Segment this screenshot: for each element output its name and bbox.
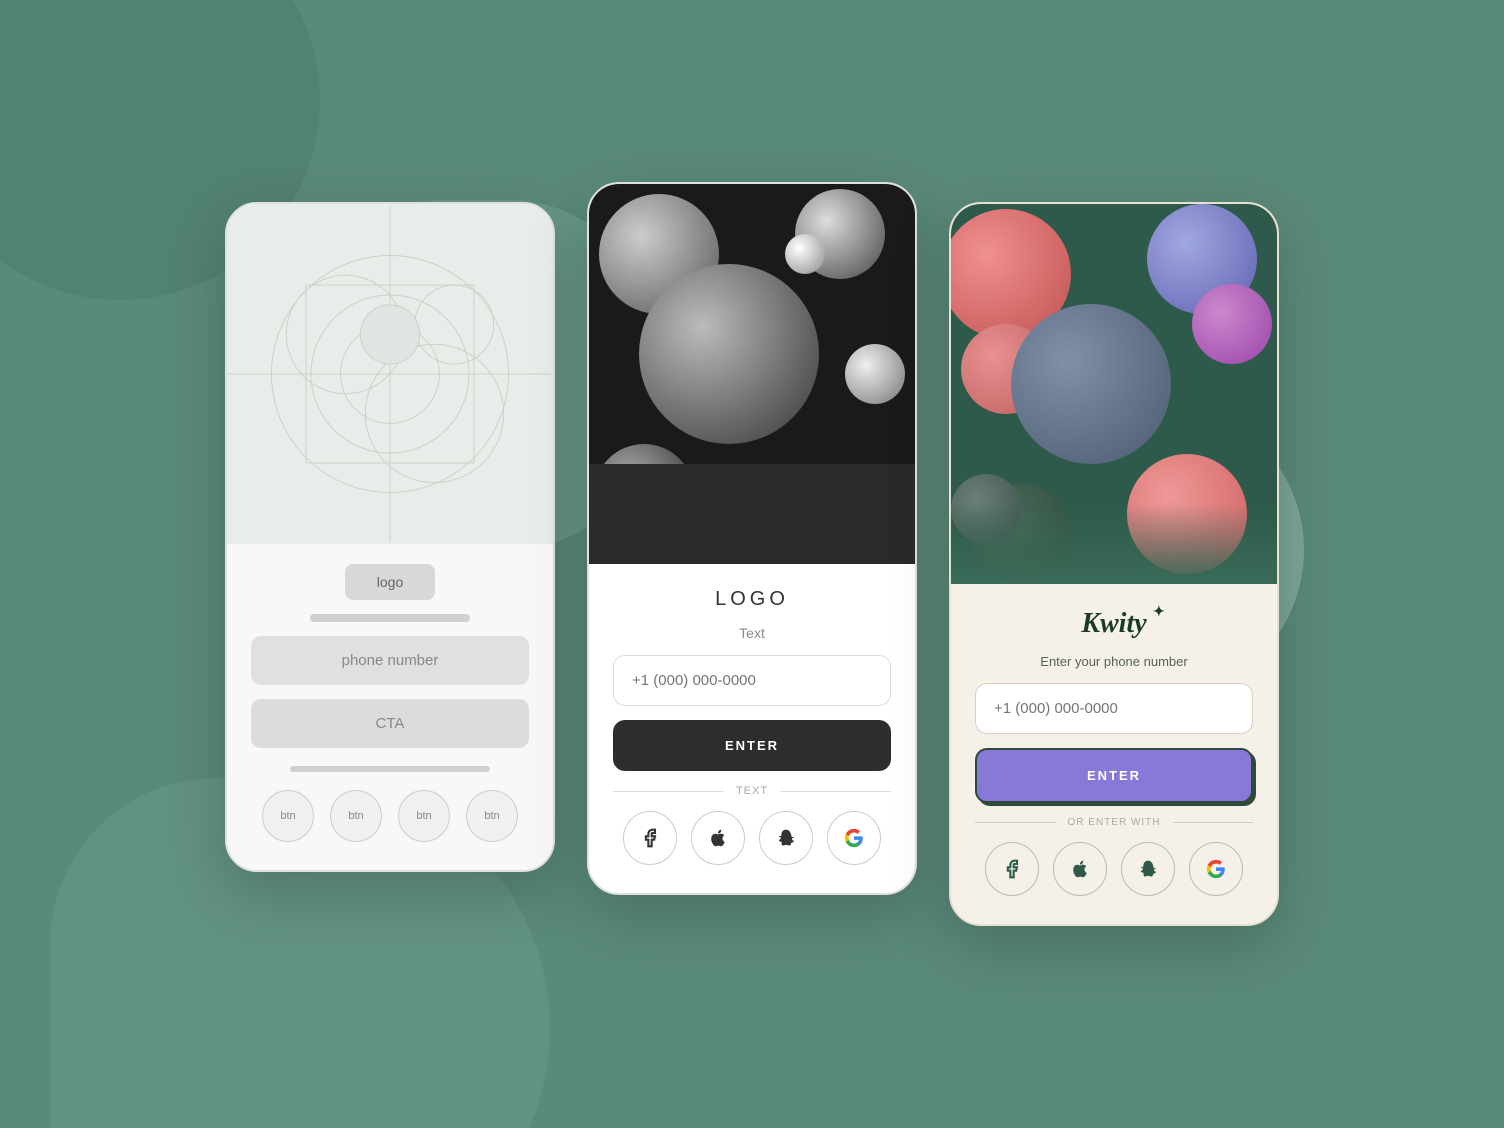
kwity-google-button[interactable] — [1189, 842, 1243, 896]
wireframe-card: logo phone number CTA btn btn btn btn — [225, 202, 555, 872]
wireframe-header — [227, 204, 553, 544]
dark-divider: TEXT — [613, 785, 891, 797]
kwity-logo: Kwity — [1081, 608, 1146, 640]
kwity-facebook-button[interactable] — [985, 842, 1039, 896]
branded-card: Kwity Enter your phone number ENTER OR E… — [949, 202, 1279, 926]
wireframe-content: logo phone number CTA btn btn btn btn — [227, 544, 553, 870]
kwity-divider: OR ENTER WITH — [975, 817, 1253, 828]
kwity-social-row — [985, 842, 1243, 896]
branded-header — [951, 204, 1277, 584]
dark-logo: LOGO — [715, 588, 789, 611]
dark-social-row — [623, 811, 881, 865]
wireframe-illustration — [227, 204, 553, 544]
colored-sphere-5 — [1011, 304, 1171, 464]
wireframe-divider — [290, 766, 490, 772]
dark-google-button[interactable] — [827, 811, 881, 865]
wireframe-text-placeholder — [310, 614, 470, 622]
dark-apple-button[interactable] — [691, 811, 745, 865]
colored-panel — [951, 504, 1277, 584]
branded-spheres-illustration — [951, 204, 1277, 584]
sphere-3 — [639, 264, 819, 444]
dark-facebook-button[interactable] — [623, 811, 677, 865]
colored-sphere-3 — [1192, 284, 1272, 364]
wireframe-social-btn-2[interactable]: btn — [330, 790, 382, 842]
kwity-phone-input[interactable] — [975, 683, 1253, 734]
kwity-divider-text: OR ENTER WITH — [1068, 817, 1161, 828]
dark-enter-button[interactable]: ENTER — [613, 720, 891, 771]
dark-divider-line-left — [613, 791, 724, 792]
sphere-4 — [845, 344, 905, 404]
dark-panel — [589, 464, 915, 564]
wireframe-cta-button[interactable]: CTA — [251, 699, 529, 748]
wireframe-social-btn-3[interactable]: btn — [398, 790, 450, 842]
wireframe-phone-input: phone number — [251, 636, 529, 685]
branded-content: Kwity Enter your phone number ENTER OR E… — [951, 584, 1277, 924]
phones-container: logo phone number CTA btn btn btn btn — [225, 202, 1279, 926]
kwity-apple-button[interactable] — [1053, 842, 1107, 896]
kwity-enter-button[interactable]: ENTER — [975, 748, 1253, 803]
wireframe-social-btn-1[interactable]: btn — [262, 790, 314, 842]
dark-phone-input[interactable] — [613, 655, 891, 706]
kwity-divider-line-right — [1173, 822, 1254, 823]
dark-card: LOGO Text ENTER TEXT — [587, 182, 917, 895]
kwity-divider-line-left — [975, 822, 1056, 823]
dark-divider-text: TEXT — [736, 785, 768, 797]
wireframe-logo[interactable]: logo — [345, 564, 435, 600]
dark-content: LOGO Text ENTER TEXT — [589, 564, 915, 893]
kwity-subtitle: Enter your phone number — [1040, 654, 1187, 669]
sphere-7 — [785, 234, 825, 274]
dark-subtitle: Text — [739, 625, 765, 641]
wireframe-social-row: btn btn btn btn — [262, 790, 518, 842]
dark-divider-line-right — [780, 791, 891, 792]
kwity-snapchat-button[interactable] — [1121, 842, 1175, 896]
wireframe-social-btn-4[interactable]: btn — [466, 790, 518, 842]
dark-header — [589, 184, 915, 564]
dark-snapchat-button[interactable] — [759, 811, 813, 865]
dark-spheres-illustration — [589, 184, 915, 564]
